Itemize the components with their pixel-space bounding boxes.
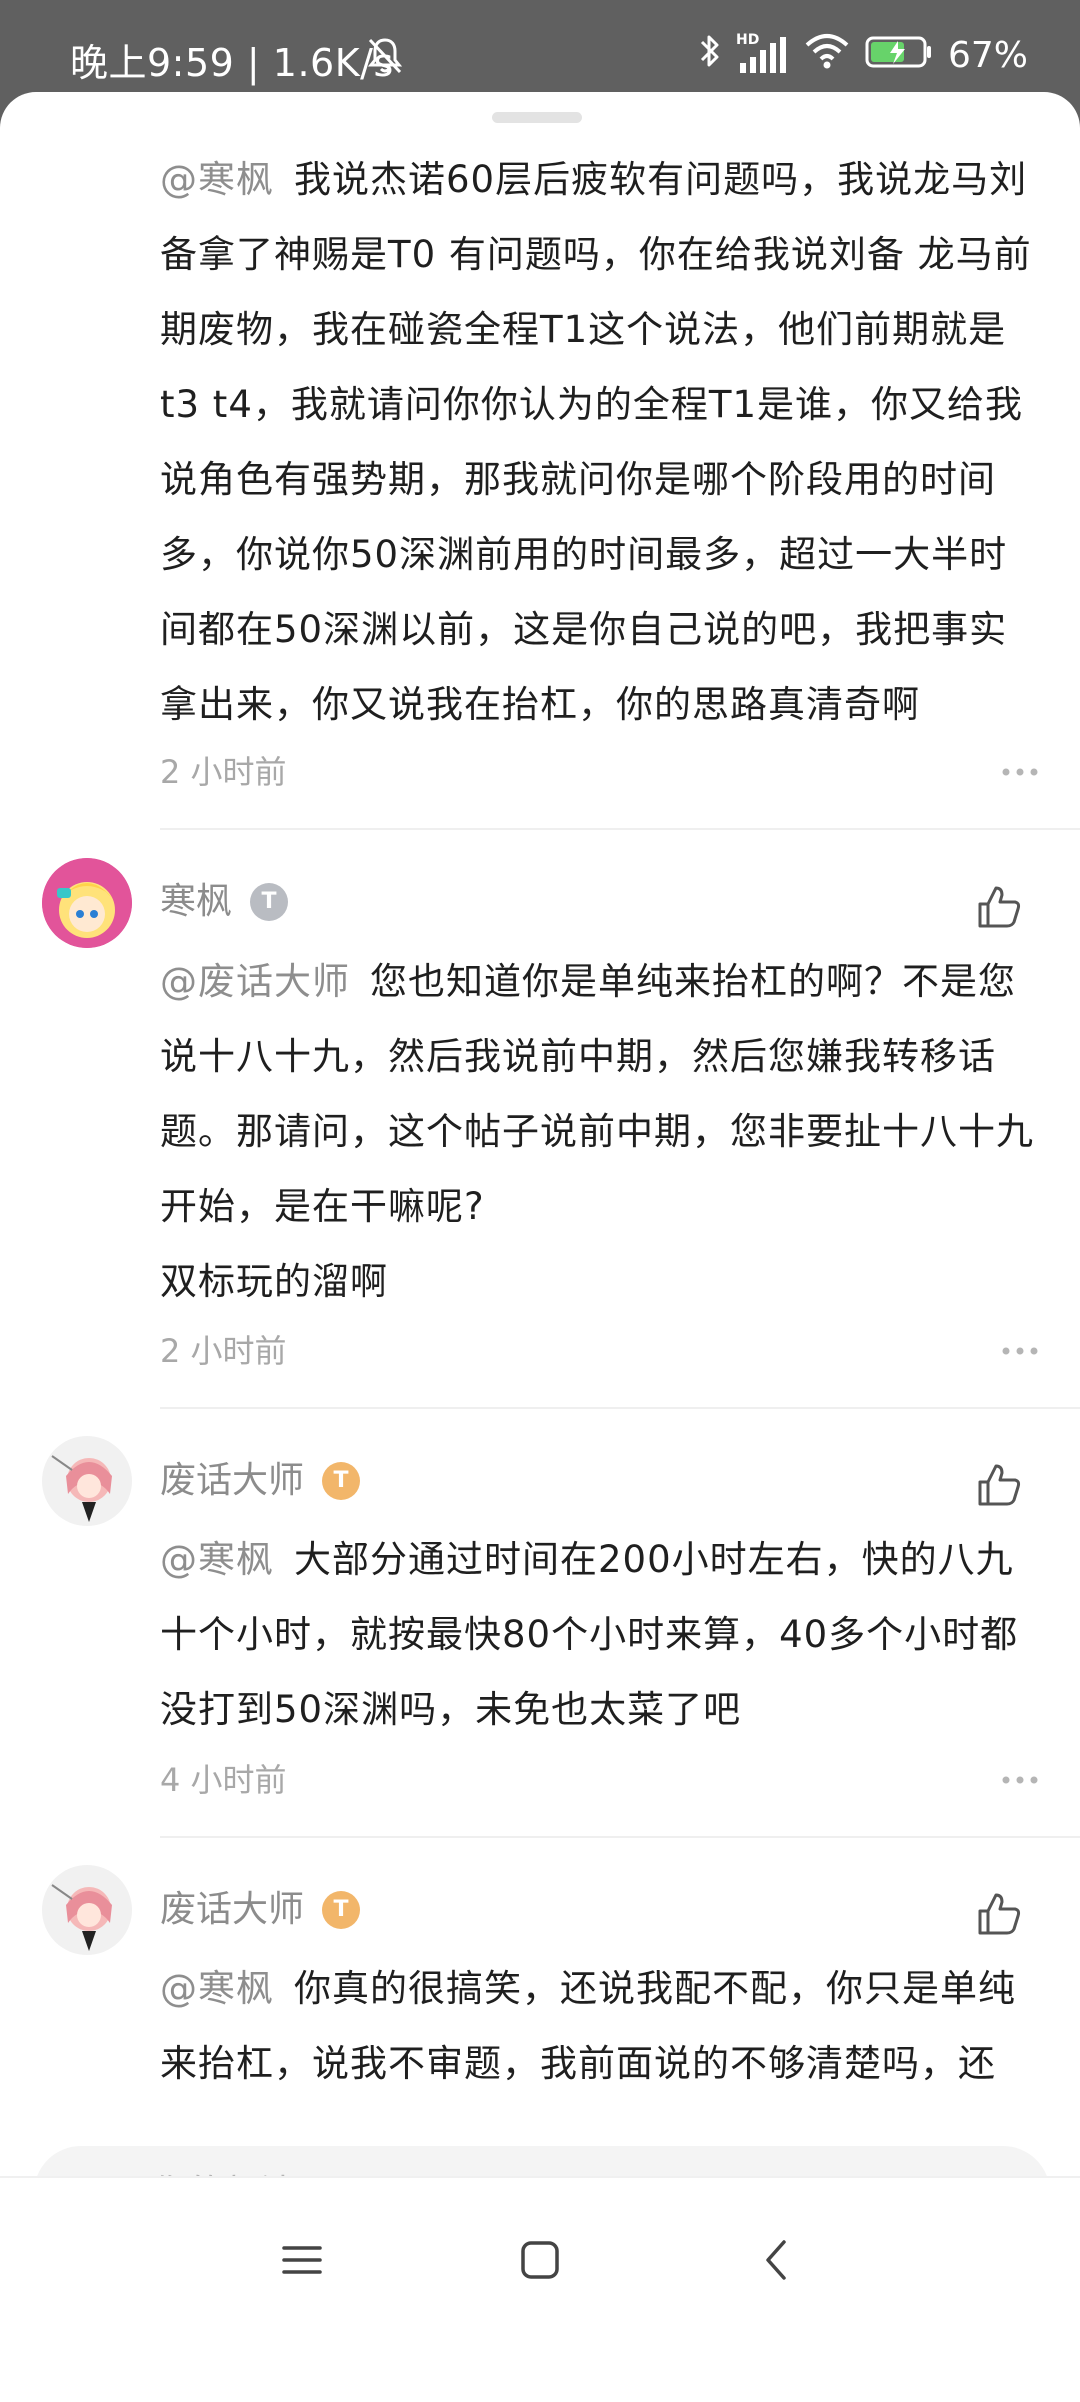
more-dots-icon[interactable]: [1000, 1331, 1040, 1380]
divider: [160, 828, 1080, 830]
comment-meta: 4 小时前: [160, 1760, 1040, 1800]
comment-author: 寒枫 T: [160, 880, 289, 924]
comment-author: 废话大师 T: [160, 1888, 361, 1932]
level-badge: T: [250, 883, 289, 921]
status-icons: HD 67%: [698, 30, 1028, 80]
comment-body: @寒枫 大部分通过时间在200小时左右，快的八九十个小时，就按最快80个小时来算，…: [160, 1522, 1040, 1747]
comment-text: 我说杰诺60层后疲软有问题吗，我说龙马刘备拿了神赐是T0 有问题吗，你在给我说刘…: [160, 158, 1032, 726]
wifi-icon: [804, 31, 850, 80]
signal-icon: HD: [736, 33, 790, 77]
comment-text: 你真的很搞笑，还说我配不配，你只是单纯来抬杠，说我不审题，我前面说的不够清楚吗，…: [160, 1967, 1016, 2085]
comment-meta: 2 小时前: [160, 752, 1040, 792]
badge-label: T: [261, 889, 277, 914]
username[interactable]: 废话大师: [160, 1888, 304, 1932]
level-badge: T: [322, 1891, 361, 1929]
comment-sheet: @寒枫 我说杰诺60层后疲软有问题吗，我说龙马刘备拿了神赐是T0 有问题吗，你在给…: [0, 92, 1080, 2400]
comment-meta: 2 小时前: [160, 1331, 1040, 1371]
battery-icon: [864, 31, 934, 80]
comment-time: 2 小时前: [160, 1332, 287, 1370]
badge-label: T: [333, 1468, 349, 1493]
back-chevron-icon[interactable]: [748, 2230, 808, 2290]
comment-time: 4 小时前: [160, 1761, 287, 1799]
mention-link[interactable]: @寒枫: [160, 1967, 274, 2010]
home-square-icon[interactable]: [510, 2230, 570, 2290]
level-badge: T: [322, 1462, 361, 1500]
divider: [160, 1836, 1080, 1838]
mute-bell-icon: [364, 34, 406, 80]
drag-handle[interactable]: [492, 112, 582, 123]
comment-time: 2 小时前: [160, 753, 287, 791]
menu-icon[interactable]: [272, 2230, 332, 2290]
username[interactable]: 寒枫: [160, 880, 232, 924]
thumbs-up-icon[interactable]: [974, 1460, 1024, 1510]
bluetooth-icon: [698, 31, 722, 80]
thumbs-up-icon[interactable]: [974, 882, 1024, 932]
comment-body: @废话大师 您也知道你是单纯来抬杠的啊？不是您说十八十九，然后我说前中期，然后您嫌…: [160, 944, 1040, 1319]
comment-body: @寒枫 你真的很搞笑，还说我配不配，你只是单纯来抬杠，说我不审题，我前面说的不够清…: [160, 1951, 1040, 2101]
thumbs-up-icon[interactable]: [974, 1889, 1024, 1939]
divider: [160, 1407, 1080, 1409]
comment-text-line: 双标玩的溜啊: [160, 1260, 388, 1303]
comment-text: 大部分通过时间在200小时左右，快的八九十个小时，就按最快80个小时来算，40多…: [160, 1538, 1019, 1731]
mention-link[interactable]: @寒枫: [160, 1538, 274, 1581]
comment-author: 废话大师 T: [160, 1459, 361, 1503]
avatar[interactable]: [42, 1436, 132, 1526]
avatar[interactable]: [42, 858, 132, 948]
badge-label: T: [333, 1897, 349, 1922]
mention-link[interactable]: @废话大师: [160, 960, 350, 1003]
battery-percent: 67%: [947, 34, 1028, 76]
mention-link[interactable]: @寒枫: [160, 158, 274, 201]
system-nav-bar: [0, 2176, 1080, 2402]
avatar[interactable]: [42, 1865, 132, 1955]
more-dots-icon[interactable]: [1000, 752, 1040, 801]
status-time-speed: 晚上9:59 | 1.6K/s: [70, 41, 394, 85]
comment-body: @寒枫 我说杰诺60层后疲软有问题吗，我说龙马刘备拿了神赐是T0 有问题吗，你在给…: [160, 142, 1040, 742]
more-dots-icon[interactable]: [1000, 1760, 1040, 1809]
username[interactable]: 废话大师: [160, 1459, 304, 1503]
